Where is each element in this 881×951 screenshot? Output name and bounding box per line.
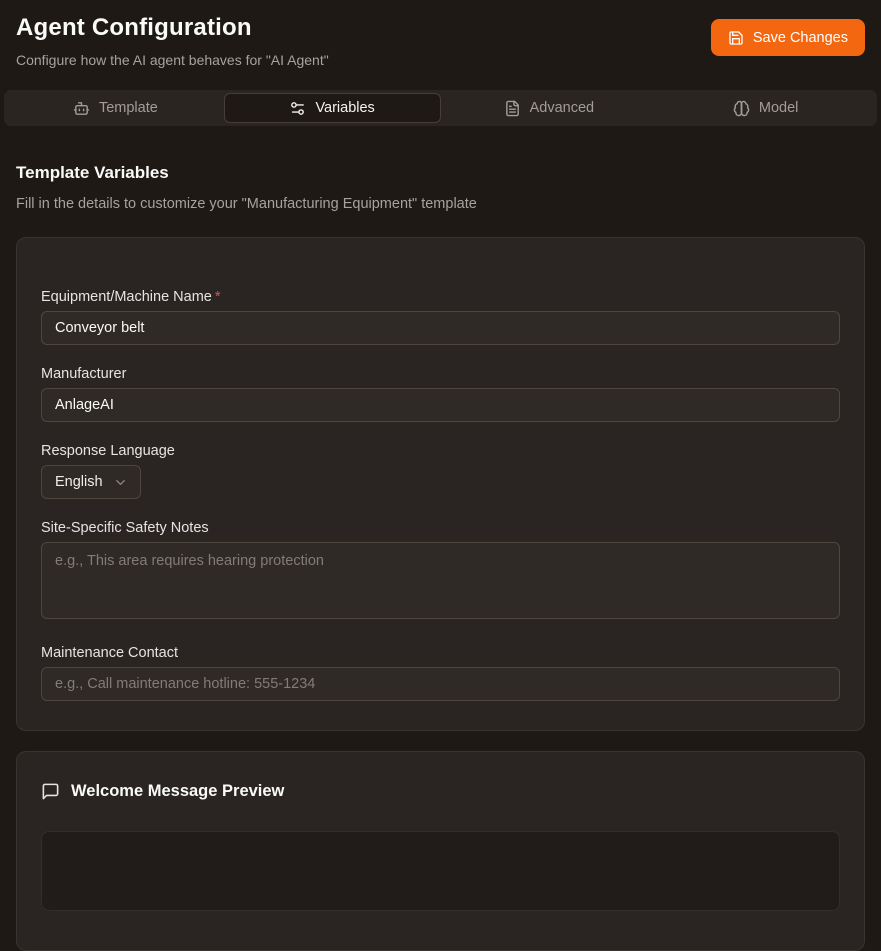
page-subtitle: Configure how the AI agent behaves for "… <box>16 50 329 70</box>
bot-icon <box>73 100 90 117</box>
equipment-name-label: Equipment/Machine Name* <box>41 288 840 306</box>
welcome-message-bubble <box>41 831 840 911</box>
field-maintenance-contact: Maintenance Contact <box>41 644 840 701</box>
config-tabbar: Template Variables Advanced <box>4 90 877 126</box>
response-language-value: English <box>55 474 103 490</box>
section-subtitle: Fill in the details to customize your "M… <box>16 194 865 214</box>
file-text-icon <box>504 100 521 117</box>
tab-model-label: Model <box>759 100 799 116</box>
safety-notes-label: Site-Specific Safety Notes <box>41 519 840 537</box>
chevron-down-icon <box>113 475 128 490</box>
tab-variables[interactable]: Variables <box>224 93 441 123</box>
tab-template[interactable]: Template <box>7 93 224 123</box>
welcome-message-preview-card: Welcome Message Preview <box>16 751 865 951</box>
preview-heading: Welcome Message Preview <box>41 780 840 802</box>
safety-notes-textarea[interactable] <box>41 542 840 619</box>
tab-model[interactable]: Model <box>657 93 874 123</box>
page-title: Agent Configuration <box>16 12 329 44</box>
field-manufacturer: Manufacturer <box>41 365 840 422</box>
page-header: Agent Configuration Configure how the AI… <box>16 12 865 70</box>
save-button-label: Save Changes <box>753 30 848 46</box>
field-response-language: Response Language English <box>41 442 840 499</box>
save-icon <box>728 30 744 46</box>
manufacturer-label: Manufacturer <box>41 365 840 383</box>
page-header-text: Agent Configuration Configure how the AI… <box>16 12 329 70</box>
equipment-name-input[interactable] <box>41 311 840 345</box>
maintenance-contact-label: Maintenance Contact <box>41 644 840 662</box>
manufacturer-input[interactable] <box>41 388 840 422</box>
sliders-icon <box>289 100 306 117</box>
section-title: Template Variables <box>16 162 865 184</box>
maintenance-contact-input[interactable] <box>41 667 840 701</box>
tab-template-label: Template <box>99 100 158 116</box>
tab-advanced[interactable]: Advanced <box>441 93 658 123</box>
preview-title: Welcome Message Preview <box>71 780 284 802</box>
agent-configuration-page: Agent Configuration Configure how the AI… <box>0 0 881 951</box>
required-asterisk: * <box>215 289 221 305</box>
field-equipment-name: Equipment/Machine Name* <box>41 288 840 345</box>
tab-variables-label: Variables <box>315 100 374 116</box>
tab-advanced-label: Advanced <box>530 100 595 116</box>
response-language-select[interactable]: English <box>41 465 141 499</box>
save-changes-button[interactable]: Save Changes <box>711 19 865 56</box>
message-square-icon <box>41 782 60 801</box>
response-language-label: Response Language <box>41 442 840 460</box>
field-safety-notes: Site-Specific Safety Notes <box>41 519 840 624</box>
brain-icon <box>733 100 750 117</box>
template-variables-card: Equipment/Machine Name* Manufacturer Res… <box>16 237 865 731</box>
